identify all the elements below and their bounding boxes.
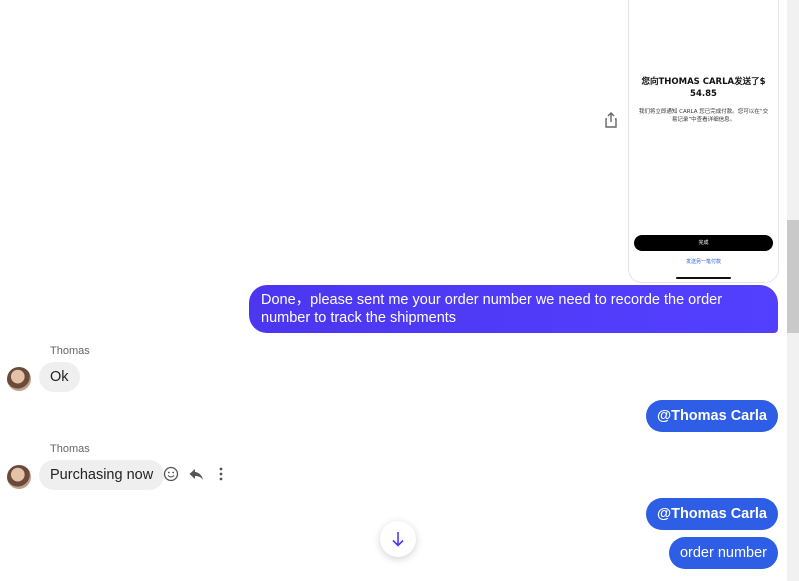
avatar[interactable] bbox=[7, 465, 31, 489]
outgoing-message: order number bbox=[668, 537, 778, 569]
incoming-message: Ok bbox=[39, 362, 80, 392]
mention-message[interactable]: @Thomas Carla bbox=[645, 400, 778, 432]
sender-name: Thomas bbox=[50, 443, 90, 455]
image-link-text: 发送另一笔付款 bbox=[685, 259, 721, 265]
image-home-indicator bbox=[676, 277, 731, 279]
smiley-icon[interactable] bbox=[162, 465, 180, 483]
avatar[interactable] bbox=[7, 367, 31, 391]
scrollbar-thumb[interactable] bbox=[787, 220, 799, 333]
sender-name: Thomas bbox=[50, 345, 90, 357]
scroll-down-button[interactable] bbox=[380, 521, 416, 557]
image-done-button: 完成 bbox=[634, 235, 773, 251]
more-vertical-icon[interactable] bbox=[212, 465, 230, 483]
mention-message[interactable]: @Thomas Carla bbox=[645, 498, 778, 530]
reply-icon[interactable] bbox=[187, 465, 205, 483]
image-payment-title: 您向THOMAS CARLA发送了$ 54.85 bbox=[641, 77, 766, 99]
share-icon[interactable] bbox=[603, 111, 619, 129]
incoming-message: Purchasing now bbox=[39, 460, 165, 490]
shared-image[interactable]: 您向THOMAS CARLA发送了$ 54.85 我们将立即通知 CARLA 您… bbox=[628, 0, 779, 283]
arrow-down-icon bbox=[392, 532, 404, 547]
outgoing-message: Done，please sent me your order number we… bbox=[249, 285, 778, 333]
image-payment-description: 我们将立即通知 CARLA 您已完成付款。您可以在“交易记录”中查看详细信息。 bbox=[638, 109, 769, 123]
